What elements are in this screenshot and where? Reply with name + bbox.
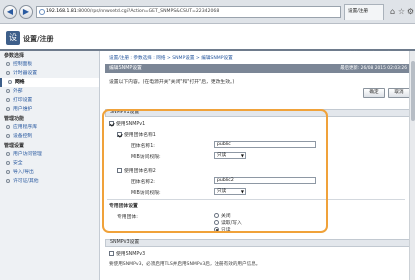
bullet-icon: [6, 88, 10, 93]
bullet-icon: [6, 160, 10, 165]
sidebar-item-user-access[interactable]: 用户访问管理: [0, 150, 99, 159]
sidebar-section-title: 管理设置: [4, 143, 25, 149]
sidebar-item-network[interactable]: 网络: [0, 78, 99, 87]
bullet-icon: [6, 169, 10, 174]
site-title: 设置/注册: [23, 35, 54, 43]
bullet-icon: [6, 133, 10, 138]
url-host: 192.168.1.81: [46, 9, 77, 14]
back-button[interactable]: ◀: [3, 5, 17, 19]
snmpv3-note: 要使用SNMPv3，必须启用TLS并启用SNMPv3后，注册有效的用户信息。: [109, 262, 261, 267]
notice-text: 设置以下内容。(在电源开关"关闭"和"打开"后，更改生效。): [109, 80, 235, 85]
page-title: 编辑SNMP设置 最后更新: 26/08 2015 02:03:26: [105, 64, 411, 73]
back-icon: ◀: [6, 7, 14, 16]
bullet-icon: [6, 70, 10, 75]
gear-icon[interactable]: ⚙: [406, 7, 415, 16]
forward-button[interactable]: ▶: [19, 5, 33, 19]
tab-label: 设置/注册: [348, 9, 368, 14]
url-field[interactable]: 192.168.1.81:8000/rps/nnwsetd.cgi?Action…: [36, 6, 341, 18]
sidebar: 参数选择 控制面板 计时器设置 网络 外部 打印设置 用户维护 管理功能 应用程…: [0, 51, 100, 280]
sidebar-item-timer[interactable]: 计时器设置: [0, 69, 99, 78]
bullet-icon: [6, 61, 10, 66]
sidebar-item-device-control[interactable]: 设备控制: [0, 132, 99, 141]
bullet-icon: [8, 79, 12, 84]
browser-window: ◀ ▶ 192.168.1.81:8000/rps/nnwsetd.cgi?Ac…: [0, 0, 415, 280]
sidebar-item-security[interactable]: 安全: [0, 159, 99, 168]
use-snmpv3-row[interactable]: 使用SNMPv3: [109, 250, 145, 257]
scrollbar[interactable]: [409, 51, 415, 280]
site-header: 设 设置/注册 到门户 管理员用户 · 系统管理员 注销 发送邮件到系统管理员: [0, 24, 415, 68]
forward-icon: ▶: [22, 7, 30, 16]
sidebar-item-license[interactable]: 许可证/其他: [0, 177, 99, 186]
sidebar-item-external[interactable]: 外部: [0, 87, 99, 96]
bullet-icon: [6, 106, 10, 111]
sidebar-section-title: 管理功能: [4, 116, 25, 122]
sidebar-item-print-settings[interactable]: 打印设置: [0, 96, 99, 105]
use-snmpv3-checkbox[interactable]: [109, 251, 114, 256]
sidebar-item-import-export[interactable]: 导入/导出: [0, 168, 99, 177]
bullet-icon: [6, 97, 10, 102]
snmpv3-section-header: SNMPv3设置: [105, 239, 411, 247]
cancel-button[interactable]: 取消: [388, 88, 410, 98]
highlight-frame: [102, 109, 328, 233]
address-bar: ◀ ▶ 192.168.1.81:8000/rps/nnwsetd.cgi?Ac…: [0, 0, 415, 24]
scrollbar-thumb[interactable]: [411, 61, 415, 121]
sidebar-section-title: 参数选择: [4, 53, 25, 59]
star-icon[interactable]: ☆: [397, 7, 406, 16]
url-path: :8000/rps/nnwsetd.cgi?Action=GET_SNMPS&C…: [76, 9, 220, 14]
breadcrumb[interactable]: 设置/注册 : 参数选择 : 网络 > SNMP设置 > 编辑SNMP设置: [109, 55, 233, 61]
sidebar-item-control-panel[interactable]: 控制面板: [0, 60, 99, 69]
ok-button[interactable]: 确定: [363, 88, 385, 98]
sidebar-item-user-maintenance[interactable]: 用户维护: [0, 105, 99, 114]
sidebar-item-app-library[interactable]: 应用程序库: [0, 123, 99, 132]
app-logo-icon: 设: [6, 31, 20, 45]
last-updated: 最后更新: 26/08 2015 02:03:26: [340, 66, 407, 71]
browser-tab[interactable]: 设置/注册: [344, 4, 384, 20]
home-icon[interactable]: ⌂: [388, 7, 397, 16]
bullet-icon: [6, 124, 10, 129]
bullet-icon: [6, 151, 10, 156]
bullet-icon: [6, 178, 10, 183]
globe-icon: [39, 9, 45, 15]
